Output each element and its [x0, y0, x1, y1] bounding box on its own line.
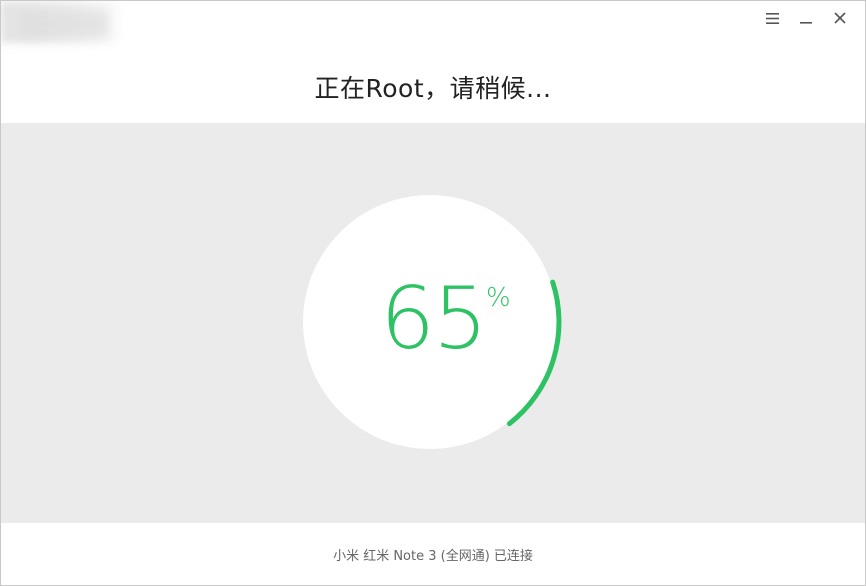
- root-tool-window: 正在Root，请稍候... 65 % 小米 红米 Note 3 (全网通) 已连…: [0, 0, 866, 586]
- progress-value: 65: [380, 269, 487, 369]
- window-controls: [755, 5, 857, 31]
- progress-ring: 65 %: [300, 191, 566, 457]
- close-icon: [834, 12, 846, 24]
- page-title: 正在Root，请稍候...: [314, 74, 552, 103]
- close-button[interactable]: [823, 5, 857, 31]
- minimize-button[interactable]: [789, 5, 823, 31]
- blurred-app-logo-inner: [19, 9, 109, 39]
- progress-area: 65 %: [1, 123, 865, 523]
- menu-button[interactable]: [755, 5, 789, 31]
- percent-sign: %: [486, 283, 511, 313]
- progress-percent: 65 %: [300, 269, 566, 369]
- menu-icon: [765, 12, 779, 24]
- device-status: 小米 红米 Note 3 (全网通) 已连接: [333, 548, 533, 564]
- minimize-icon: [800, 22, 812, 24]
